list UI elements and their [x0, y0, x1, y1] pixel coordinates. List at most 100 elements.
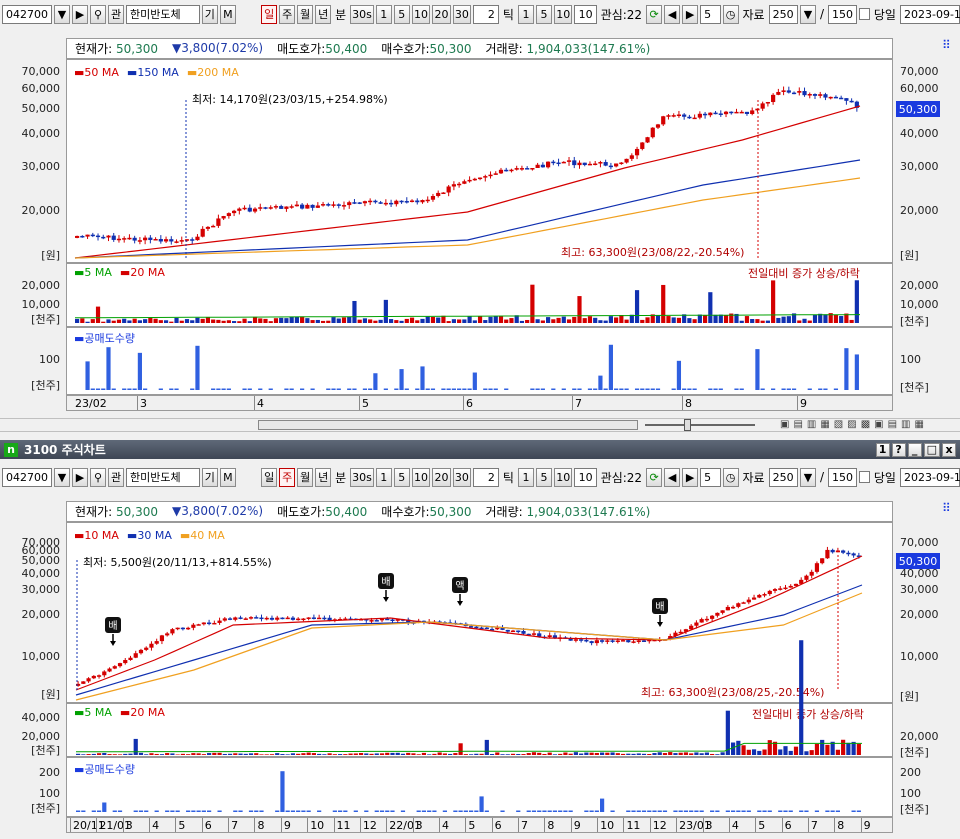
bottom-volume-bar: [683, 752, 689, 755]
bottom-ma-line: [75, 584, 863, 696]
event-marker: 배: [105, 617, 121, 633]
bottom-candle: [243, 618, 248, 620]
bottom-volume-bar: [793, 746, 799, 755]
bottom-candle: [751, 597, 757, 600]
bottom-candle: [835, 550, 840, 553]
bottom-volume-bar: [96, 753, 102, 755]
bottom-short-bar: [117, 810, 123, 812]
bottom-candle: [170, 629, 175, 634]
bottom-short-bar: [275, 810, 280, 812]
event-marker-arrowhead: [383, 597, 389, 602]
bottom-short-bar: [290, 810, 296, 812]
event-marker-arrowhead: [457, 601, 463, 606]
bottom-short-bar: [332, 810, 337, 812]
bottom-short-bar: [301, 810, 306, 812]
bottom-candle: [778, 588, 783, 590]
bottom-volume-bar: [191, 753, 196, 755]
bottom-candle: [715, 612, 720, 616]
bottom-short-bar: [678, 810, 683, 812]
bottom-short-bar: [626, 810, 631, 812]
bottom-short-bar: [154, 810, 159, 812]
bottom-candle: [772, 589, 778, 591]
bottom-candle: [788, 585, 793, 588]
bottom-candle: [484, 627, 489, 630]
bottom-candle: [851, 553, 856, 556]
bottom-volume-bar: [600, 752, 605, 755]
bottom-short-bar: [757, 810, 762, 812]
bottom-short-bar: [584, 810, 589, 812]
bottom-short-bar: [427, 810, 432, 812]
bottom-candle: [820, 558, 825, 564]
bottom-volume-bar: [159, 754, 165, 755]
bottom-short-bar: [207, 810, 212, 812]
bottom-candle: [385, 618, 390, 621]
bottom-short-bar: [699, 810, 704, 812]
bottom-volume-bar: [254, 753, 259, 755]
bottom-short-bar: [165, 810, 170, 812]
bottom-short-bar: [547, 810, 552, 812]
bottom-volume-bar: [311, 753, 316, 755]
bottom-candle: [259, 617, 264, 620]
bottom-volume-bar: [657, 752, 662, 755]
bottom-volume-bar: [358, 753, 364, 755]
bottom-candle: [547, 635, 552, 638]
bottom-candle: [830, 549, 835, 553]
bottom-candle: [620, 640, 626, 642]
bottom-volume-bar: [217, 752, 222, 755]
bottom-short-bar: [825, 810, 830, 812]
bottom-volume-bar: [400, 753, 406, 755]
bottom-short-bar: [830, 810, 835, 812]
bottom-volume-bar: [615, 753, 620, 755]
bottom-short-bar: [683, 810, 689, 812]
bottom-short-bar: [374, 810, 379, 812]
bottom-short-bar: [767, 810, 772, 812]
bottom-short-bar: [725, 810, 730, 812]
bottom-volume-bar: [327, 753, 332, 755]
bottom-candle: [149, 643, 154, 648]
bottom-candle: [814, 563, 820, 572]
event-marker-label: 배: [655, 601, 664, 613]
bottom-volume-bar: [343, 754, 348, 755]
bottom-short-bar: [191, 810, 196, 812]
bottom-volume-bar: [180, 753, 185, 755]
bottom-volume-bar: [662, 753, 668, 755]
bottom-volume-bar: [835, 749, 840, 755]
bottom-short-bar: [710, 810, 715, 812]
bottom-candle: [217, 620, 222, 623]
bottom-candle: [531, 633, 537, 635]
bottom-volume-bar: [385, 752, 390, 755]
bottom-candle: [112, 666, 117, 669]
bottom-volume-bar: [484, 739, 489, 755]
bottom-short-bar: [390, 810, 395, 812]
bottom-volume-bar: [290, 753, 296, 755]
bottom-volume-bar: [741, 745, 746, 755]
bottom-volume-bar: [442, 753, 447, 755]
bottom-volume-bar: [448, 753, 453, 755]
bottom-volume-bar: [673, 753, 678, 755]
bottom-short-bar: [851, 810, 856, 812]
bottom-volume-bar: [799, 640, 804, 755]
bottom-volume-bar: [280, 754, 285, 755]
bottom-candle: [694, 622, 699, 626]
bottom-volume-bar: [91, 753, 96, 755]
bottom-short-bar: [81, 810, 86, 812]
bottom-short-bar: [589, 810, 594, 812]
bottom-volume-bar: [338, 754, 343, 755]
bottom-volume-bar: [201, 754, 206, 755]
bottom-volume-bar: [605, 752, 610, 755]
event-marker: 액: [452, 577, 468, 593]
bottom-volume-bar: [112, 754, 117, 755]
bottom-volume-bar: [411, 753, 416, 755]
bottom-volume-bar: [207, 753, 212, 755]
bottom-volume-bar: [269, 754, 275, 755]
bottom-volume-bar: [165, 753, 170, 755]
bottom-short-bar: [338, 810, 343, 812]
bottom-volume-bar: [123, 753, 128, 755]
bottom-volume-bar: [453, 753, 458, 755]
bottom-short-bar: [421, 810, 427, 812]
bottom-candle: [783, 587, 788, 590]
bottom-short-bar: [102, 802, 107, 812]
bottom-short-bar: [484, 810, 489, 812]
bottom-candle: [222, 618, 227, 621]
bottom-short-bar: [479, 796, 484, 812]
